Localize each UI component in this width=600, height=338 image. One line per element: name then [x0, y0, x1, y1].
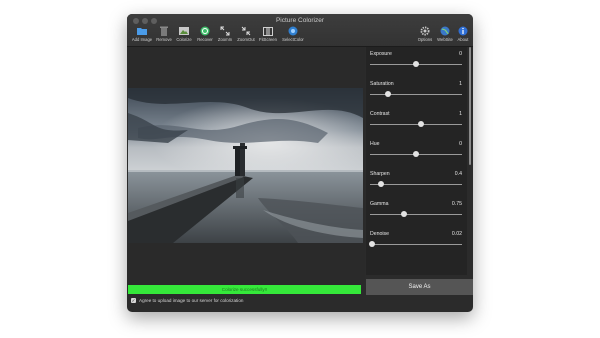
save-as-button[interactable]: Save As: [366, 279, 473, 295]
select-color-icon: [288, 26, 299, 36]
adjustment-exposure: Exposure 0: [370, 51, 462, 71]
adjustment-denoise: Denoise 0.02: [368, 231, 462, 251]
slider-knob[interactable]: [413, 151, 419, 157]
adjustment-hue: Hue 0: [370, 141, 462, 161]
status-message: Colorize successfully!!: [128, 285, 361, 294]
adjustment-saturation: Saturation 1: [370, 81, 462, 101]
panel-scrollbar[interactable]: [467, 47, 473, 275]
image-canvas[interactable]: [127, 47, 365, 285]
adjustment-value: 1: [459, 111, 462, 117]
agree-label: Agree to upload image to our server for …: [139, 298, 244, 303]
adjustment-value: 0.4: [454, 171, 462, 177]
adjustment-label: Denoise: [370, 231, 390, 237]
folder-icon: [137, 26, 148, 36]
slider-knob[interactable]: [378, 181, 385, 187]
slider-track[interactable]: [370, 124, 462, 125]
zoom-in-icon: [220, 26, 231, 36]
select-color-button[interactable]: SelectColor: [279, 26, 307, 45]
agree-checkbox[interactable]: ✓: [131, 298, 136, 303]
adjustment-label: Saturation: [370, 81, 394, 87]
slider-track[interactable]: [370, 244, 462, 245]
scrollbar-thumb[interactable]: [469, 47, 471, 165]
fit-screen-button[interactable]: FitScreen: [254, 26, 282, 45]
slider-knob[interactable]: [401, 211, 408, 217]
adjustment-value: 1: [459, 81, 462, 87]
adjustment-sharpen: Sharpen 0.4: [370, 171, 462, 191]
adjustments-panel: Exposure 0 Saturation 1 Contrast 1 Hue 0 Sharpen…: [366, 47, 467, 275]
adjustment-value: 0: [459, 141, 462, 147]
title-bar: Picture Colorizer Add Image Remove Color…: [127, 14, 473, 47]
info-icon: [458, 26, 469, 36]
slider-knob[interactable]: [413, 61, 419, 67]
picture-icon: [179, 26, 190, 36]
agree-upload-option[interactable]: ✓ Agree to upload image to our server fo…: [131, 296, 243, 305]
adjustment-label: Gamma: [370, 201, 389, 207]
zoom-out-icon: [241, 26, 252, 36]
about-button[interactable]: About: [449, 26, 473, 45]
trash-icon: [159, 26, 170, 36]
adjustment-label: Hue: [370, 141, 380, 147]
window-title: Picture Colorizer: [275, 17, 325, 24]
adjustment-value: 0.02: [451, 231, 462, 237]
adjustment-label: Exposure: [370, 51, 392, 57]
fit-screen-icon: [263, 26, 274, 36]
gear-icon: [420, 26, 431, 36]
adjustment-value: 0: [459, 51, 462, 57]
app-window: Picture Colorizer Add Image Remove Color…: [127, 14, 473, 312]
colorized-photo: [128, 88, 363, 243]
adjustment-label: Contrast: [370, 111, 390, 117]
adjustment-label: Sharpen: [370, 171, 390, 177]
slider-knob[interactable]: [368, 241, 375, 247]
slider-track[interactable]: [370, 214, 462, 215]
slider-track[interactable]: [370, 94, 462, 95]
slider-knob[interactable]: [385, 91, 392, 97]
slider-knob[interactable]: [417, 121, 424, 127]
adjustment-contrast: Contrast 1: [370, 111, 462, 131]
adjustment-gamma: Gamma 0.75: [370, 201, 462, 221]
recover-icon: [200, 26, 211, 36]
adjustment-value: 0.75: [451, 201, 462, 207]
